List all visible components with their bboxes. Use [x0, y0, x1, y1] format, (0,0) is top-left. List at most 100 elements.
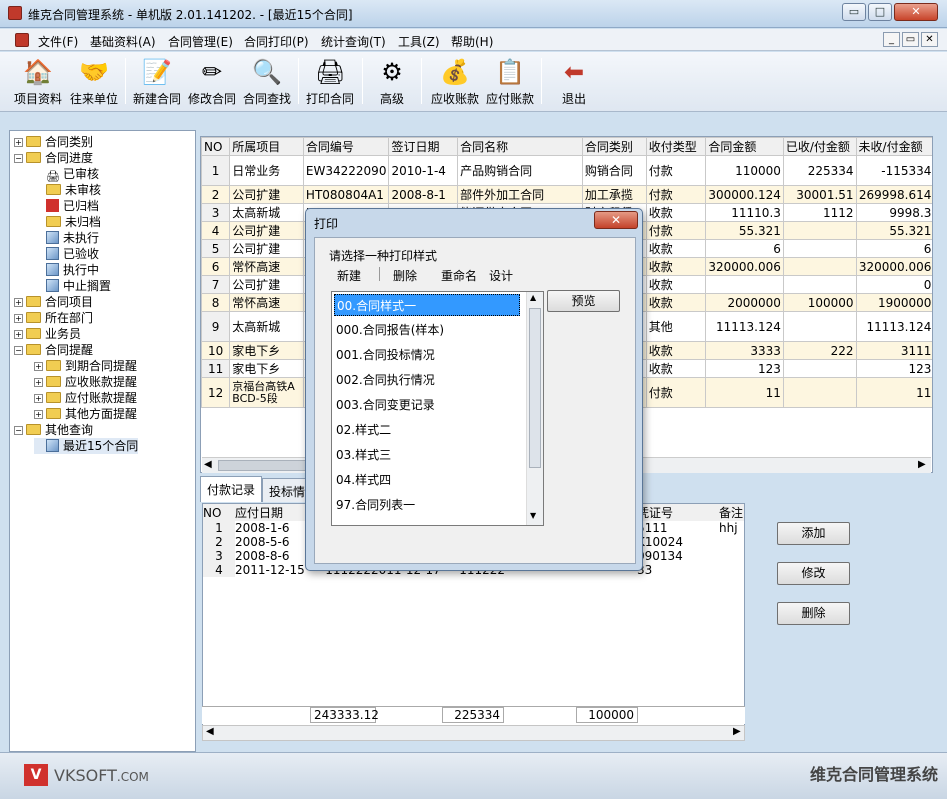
tree-node[interactable]: 执行中	[34, 262, 99, 278]
column-header[interactable]: NO	[201, 137, 231, 156]
tree-node[interactable]: + 应付账款提醒	[34, 390, 137, 406]
menu-tools[interactable]: 工具(Z)	[398, 33, 440, 50]
column-header[interactable]: NO	[203, 504, 235, 521]
add-button[interactable]: 添加	[777, 522, 850, 545]
minimize-button[interactable]: ▭	[842, 3, 866, 21]
column-header[interactable]: 合同名称	[457, 137, 583, 156]
print-style-item[interactable]: 97.合同列表一	[334, 494, 520, 516]
expand-toggle-icon[interactable]: +	[14, 330, 23, 339]
column-header[interactable]: 凭证号	[637, 504, 719, 521]
close-button[interactable]: ✕	[894, 3, 938, 21]
print-style-item[interactable]: 04.样式四	[334, 469, 520, 491]
mdi-minimize-button[interactable]: _	[883, 32, 900, 47]
column-header[interactable]: 合同编号	[302, 137, 390, 156]
preview-button[interactable]: 预览	[547, 290, 620, 312]
tree-node[interactable]: 未执行	[34, 230, 99, 246]
scroll-right-icon[interactable]: ▶	[918, 459, 926, 470]
menu-statistics[interactable]: 统计查询(T)	[321, 33, 386, 50]
menu-contract-print[interactable]: 合同打印(P)	[244, 33, 309, 50]
mdi-restore-button[interactable]: ▭	[902, 32, 919, 47]
column-header[interactable]: 未收/付金额	[855, 137, 932, 156]
tab-payment-records[interactable]: 付款记录	[200, 476, 263, 502]
tb-edit-contract-button[interactable]: ✏ 修改合同	[186, 55, 238, 109]
tree-node[interactable]: + 其他方面提醒	[34, 406, 137, 422]
expand-toggle-icon[interactable]: +	[34, 362, 43, 371]
column-header[interactable]: 签订日期	[388, 137, 459, 156]
column-header[interactable]: 所属项目	[229, 137, 304, 156]
contract-row[interactable]: 2 公司扩建 HT080804A1 2008-8-1 部件外加工合同 加工承揽 付款 3000…	[201, 185, 932, 204]
expand-toggle-icon[interactable]: +	[34, 378, 43, 387]
menu-help[interactable]: 帮助(H)	[451, 33, 493, 50]
tree-node[interactable]: 已归档	[34, 198, 99, 214]
dialog-design-link[interactable]: 设计	[489, 267, 513, 284]
tree-node[interactable]: 最近15个合同	[34, 438, 139, 454]
tree-node[interactable]: + 合同类别	[14, 134, 93, 150]
tree-node[interactable]: 未审核	[34, 182, 101, 198]
tb-advanced-button[interactable]: ⚙ 高级	[370, 55, 414, 109]
list-scroll-thumb[interactable]	[529, 308, 541, 468]
scroll-right-icon[interactable]: ▶	[733, 726, 741, 737]
tree-node[interactable]: + 合同项目	[14, 294, 93, 310]
tree-node[interactable]: + 业务员	[14, 326, 81, 342]
print-style-item[interactable]: 03.样式三	[334, 444, 520, 466]
tb-payable-button[interactable]: 📋 应付账款	[484, 55, 536, 109]
tree-node[interactable]: + 应收账款提醒	[34, 374, 137, 390]
expand-toggle-icon[interactable]: +	[34, 410, 43, 419]
column-header[interactable]: 合同金额	[705, 137, 784, 156]
expand-toggle-icon[interactable]: +	[14, 298, 23, 307]
expand-toggle-icon[interactable]: −	[14, 154, 23, 163]
tree-node[interactable]: 🖨 已审核	[34, 166, 99, 183]
tb-label: 应收账款	[430, 92, 479, 106]
expand-toggle-icon[interactable]: −	[14, 346, 23, 355]
maximize-button[interactable]: □	[868, 3, 892, 21]
edit-button[interactable]: 修改	[777, 562, 850, 585]
column-header[interactable]: 备注	[719, 504, 744, 521]
print-style-item[interactable]: 000.合同报告(样本)	[334, 319, 520, 341]
print-style-item[interactable]: 001.合同投标情况	[334, 344, 520, 366]
tb-exit-button[interactable]: ⬅ 退出	[552, 55, 596, 109]
tree-node[interactable]: − 合同进度	[14, 150, 93, 166]
column-header[interactable]: 合同类别	[581, 137, 647, 156]
payment-horizontal-scrollbar[interactable]: ◀ ▶	[202, 725, 745, 741]
expand-toggle-icon[interactable]: +	[34, 394, 43, 403]
print-style-item[interactable]: 002.合同执行情况	[334, 369, 520, 391]
print-style-item[interactable]: 00.合同样式一	[334, 294, 520, 316]
expand-toggle-icon[interactable]: +	[14, 138, 23, 147]
scroll-left-icon[interactable]: ◀	[206, 726, 214, 737]
tb-partner-button[interactable]: 🤝 往来单位	[68, 55, 120, 109]
scroll-left-icon[interactable]: ◀	[204, 459, 212, 470]
menu-contract-manage[interactable]: 合同管理(E)	[168, 33, 233, 50]
tree-node[interactable]: + 到期合同提醒	[34, 358, 137, 374]
tree-node[interactable]: 未归档	[34, 214, 101, 230]
expand-toggle-icon[interactable]: +	[14, 314, 23, 323]
print-style-list[interactable]: ▲ ▼ 00.合同样式一 000.合同报告(样本) 001.合同投标情况 002.合同…	[331, 291, 544, 526]
contract-row[interactable]: 1 日常业务 EW34222090 2010-1-4 产品购销合同 购销合同 付款 11000…	[201, 155, 932, 186]
tb-find-contract-button[interactable]: 🔍 合同查找	[241, 55, 293, 109]
column-header[interactable]: 应付日期	[235, 504, 309, 521]
tree-node[interactable]: 已验收	[34, 246, 99, 262]
menu-file[interactable]: 文件(F)	[38, 33, 78, 50]
dialog-new-link[interactable]: 新建	[337, 267, 361, 284]
expand-toggle-icon[interactable]: −	[14, 426, 23, 435]
print-style-item[interactable]: 003.合同变更记录	[334, 394, 520, 416]
menu-basic-data[interactable]: 基础资料(A)	[90, 33, 156, 50]
mdi-close-button[interactable]: ✕	[921, 32, 938, 47]
dialog-close-button[interactable]: ✕	[594, 211, 638, 229]
print-style-item[interactable]: 02.样式二	[334, 419, 520, 441]
tree-node[interactable]: − 其他查询	[14, 422, 93, 438]
tree-node[interactable]: + 所在部门	[14, 310, 93, 326]
delete-button[interactable]: 删除	[777, 602, 850, 625]
tb-print-contract-button[interactable]: 🖨 打印合同	[304, 55, 356, 109]
list-scrollbar[interactable]: ▲ ▼	[526, 292, 543, 525]
tree-node[interactable]: 中止搁置	[34, 278, 111, 294]
tree-node[interactable]: − 合同提醒	[14, 342, 93, 358]
column-header[interactable]: 收付类型	[645, 137, 707, 156]
tb-receivable-button[interactable]: 💰 应收账款	[429, 55, 481, 109]
dialog-delete-link[interactable]: 删除	[393, 267, 417, 284]
column-header[interactable]: 已收/付金额	[782, 137, 857, 156]
scroll-up-icon[interactable]: ▲	[530, 293, 536, 302]
dialog-rename-link[interactable]: 重命名	[441, 267, 477, 284]
tb-new-contract-button[interactable]: 📝 新建合同	[131, 55, 183, 109]
tb-project-data-button[interactable]: 🏠 项目资料	[12, 55, 64, 109]
scroll-down-icon[interactable]: ▼	[530, 511, 536, 520]
